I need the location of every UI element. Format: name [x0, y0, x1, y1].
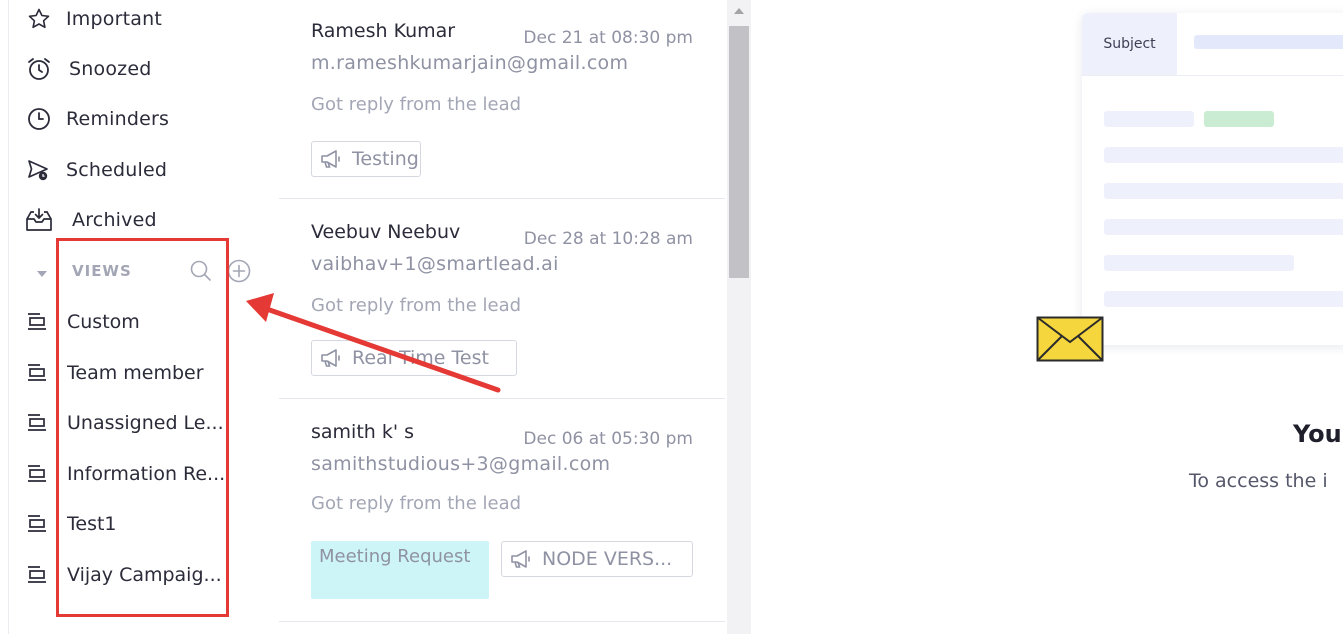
view-list-icon — [24, 309, 50, 335]
campaign-tag-label: Real Time Test — [352, 347, 489, 369]
views-highlight-box — [56, 238, 229, 617]
divider — [1082, 75, 1343, 76]
view-list-icon — [24, 511, 50, 537]
lead-category-badge: Meeting Request — [311, 541, 489, 599]
sidebar-item-reminders[interactable]: Reminders — [24, 104, 169, 134]
sidebar-item-label: Reminders — [66, 108, 170, 130]
clock-icon — [24, 104, 54, 134]
skeleton-highlight — [1204, 111, 1274, 127]
empty-state-title: You — [1293, 420, 1342, 448]
sidebar-item-label: Scheduled — [66, 159, 168, 181]
sender-email: vaibhav+1@smartlead.ai — [311, 253, 559, 275]
thread-snippet: Got reply from the lead — [311, 493, 522, 514]
email-preview-illustration: Subject — [1082, 13, 1343, 345]
sidebar-item-important[interactable]: Important — [24, 4, 162, 34]
campaign-tag-label: NODE VERS... — [542, 548, 673, 570]
caret-down-icon[interactable] — [36, 265, 48, 277]
skeleton-line — [1104, 147, 1343, 163]
skeleton-line — [1194, 35, 1343, 49]
view-list-icon — [24, 410, 50, 436]
sidebar-item-label: Archived — [72, 209, 157, 231]
thread-date: Dec 21 at 08:30 pm — [523, 28, 693, 48]
thread-snippet: Got reply from the lead — [311, 295, 522, 316]
sender-name: Veebuv Neebuv — [311, 221, 461, 243]
thread-card[interactable]: Veebuv Neebuv Dec 28 at 10:28 am vaibhav… — [279, 199, 725, 399]
view-list-icon — [24, 461, 50, 487]
campaign-tag[interactable]: Real Time Test — [311, 340, 517, 376]
sidebar-item-snoozed[interactable]: Snoozed — [24, 54, 151, 84]
sidebar-edge — [8, 0, 9, 634]
megaphone-icon — [321, 150, 340, 168]
add-view-icon[interactable] — [226, 258, 252, 284]
sidebar-item-scheduled[interactable]: Scheduled — [24, 155, 167, 185]
empty-state-subtitle: To access the i — [1189, 470, 1328, 492]
thread-card[interactable]: samith k' s Dec 06 at 05:30 pm samithstu… — [279, 399, 725, 622]
campaign-tag[interactable]: NODE VERS... — [501, 541, 693, 577]
view-list-icon — [24, 562, 50, 588]
alarm-clock-icon — [24, 54, 54, 84]
sender-name: samith k' s — [311, 421, 415, 443]
sender-email: samithstudious+3@gmail.com — [311, 453, 611, 475]
view-list-icon — [24, 360, 50, 386]
campaign-tag-label: Testing — [352, 148, 419, 170]
envelope-icon — [1036, 316, 1104, 362]
star-icon — [24, 4, 54, 34]
scheduled-send-icon — [24, 155, 54, 185]
sender-name: Ramesh Kumar — [311, 20, 456, 42]
skeleton-line — [1104, 219, 1343, 235]
thread-card[interactable]: Ramesh Kumar Dec 21 at 08:30 pm m.ramesh… — [279, 0, 725, 199]
sidebar-item-label: Important — [66, 8, 162, 30]
megaphone-icon — [321, 349, 340, 367]
skeleton-line — [1104, 291, 1343, 307]
megaphone-icon — [511, 550, 530, 568]
thread-snippet: Got reply from the lead — [311, 94, 522, 115]
skeleton-line — [1104, 111, 1194, 127]
archive-inbox-icon — [24, 205, 54, 235]
campaign-tag[interactable]: Testing — [311, 141, 421, 177]
subject-label: Subject — [1082, 13, 1177, 75]
thread-list: Ramesh Kumar Dec 21 at 08:30 pm m.ramesh… — [279, 0, 728, 634]
sender-email: m.rameshkumarjain@gmail.com — [311, 52, 629, 74]
sidebar-item-archived[interactable]: Archived — [24, 205, 157, 235]
scrollbar-thumb[interactable] — [729, 26, 749, 278]
scroll-up-arrow-icon[interactable] — [733, 6, 745, 16]
skeleton-line — [1104, 255, 1294, 271]
skeleton-line — [1104, 183, 1343, 199]
thread-date: Dec 06 at 05:30 pm — [523, 429, 693, 449]
thread-date: Dec 28 at 10:28 am — [523, 229, 693, 249]
sidebar-item-label: Snoozed — [69, 58, 152, 80]
